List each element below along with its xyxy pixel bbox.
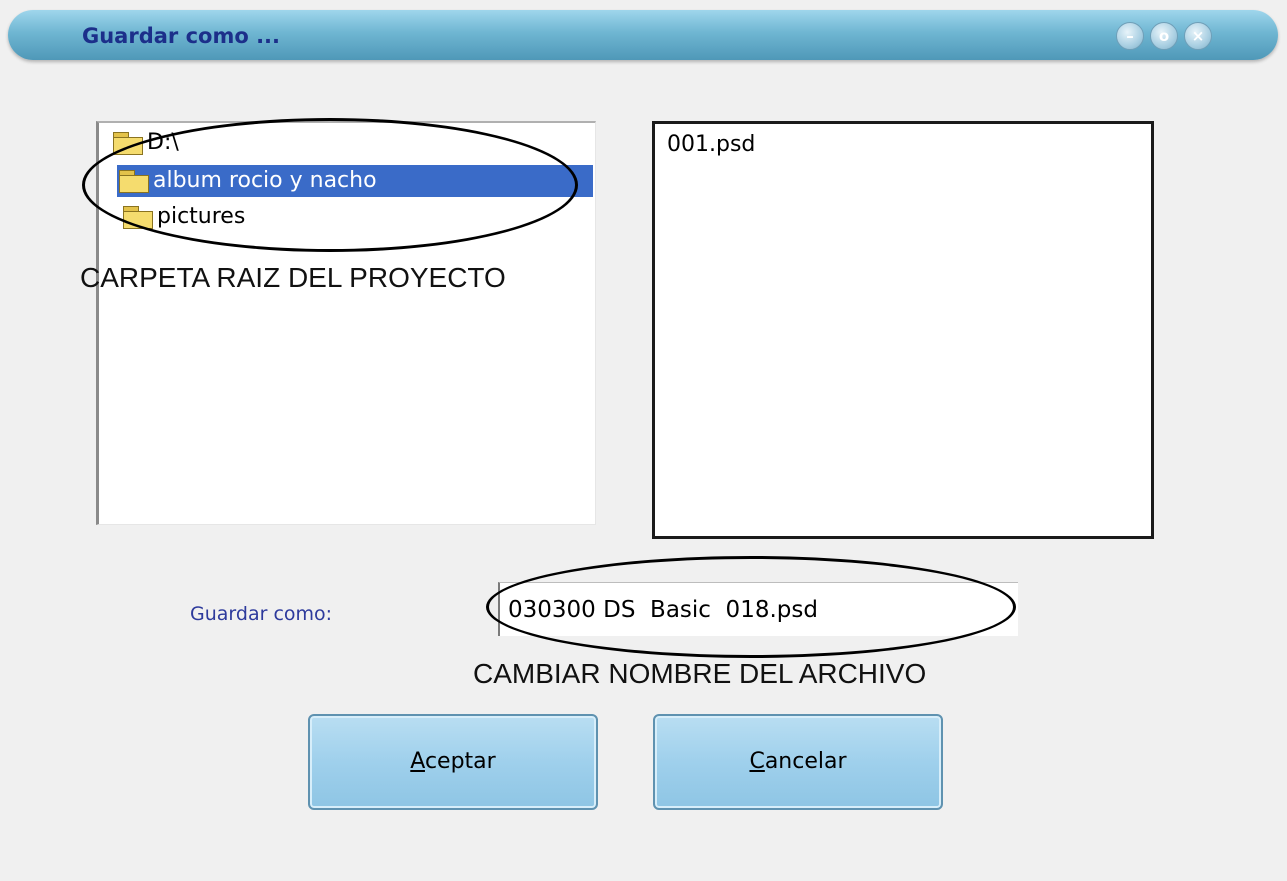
folder-icon (121, 205, 155, 229)
open-folder-icon (117, 169, 151, 193)
tree-item-label: D:\ (147, 130, 179, 155)
cancel-label: ancelar (764, 749, 847, 774)
accept-label: ceptar (424, 749, 496, 774)
file-list[interactable]: 001.psd (652, 121, 1154, 539)
folder-annotation-caption: CARPETA RAIZ DEL PROYECTO (80, 262, 506, 293)
folder-tree[interactable]: D:\ album rocio y nacho pictures (96, 121, 596, 525)
tree-item-label: album rocio y nacho (153, 168, 377, 193)
tree-item-album-rocio-y-nacho[interactable]: album rocio y nacho (117, 165, 593, 197)
window-title: Guardar como ... (82, 24, 281, 48)
file-item[interactable]: 001.psd (667, 132, 755, 157)
minimize-icon[interactable]: – (1116, 22, 1144, 50)
title-bar[interactable]: Guardar como ... – o × (8, 10, 1278, 60)
save-as-dialog: Guardar como ... – o × D:\ album rocio y… (0, 0, 1287, 881)
filename-input[interactable] (498, 582, 1018, 636)
tree-item-drive[interactable]: D:\ (111, 127, 179, 159)
cancel-accelerator: C (749, 749, 765, 774)
save-as-label: Guardar como: (190, 603, 333, 625)
close-icon[interactable]: × (1184, 22, 1212, 50)
tree-item-pictures[interactable]: pictures (121, 201, 245, 233)
accept-accelerator: A (410, 749, 425, 774)
filename-annotation-caption: CAMBIAR NOMBRE DEL ARCHIVO (473, 658, 927, 689)
open-folder-icon (111, 131, 145, 155)
tree-item-label: pictures (157, 204, 246, 229)
maximize-icon[interactable]: o (1150, 22, 1178, 50)
cancel-button[interactable]: Cancelar (653, 714, 943, 810)
accept-button[interactable]: Aceptar (308, 714, 598, 810)
